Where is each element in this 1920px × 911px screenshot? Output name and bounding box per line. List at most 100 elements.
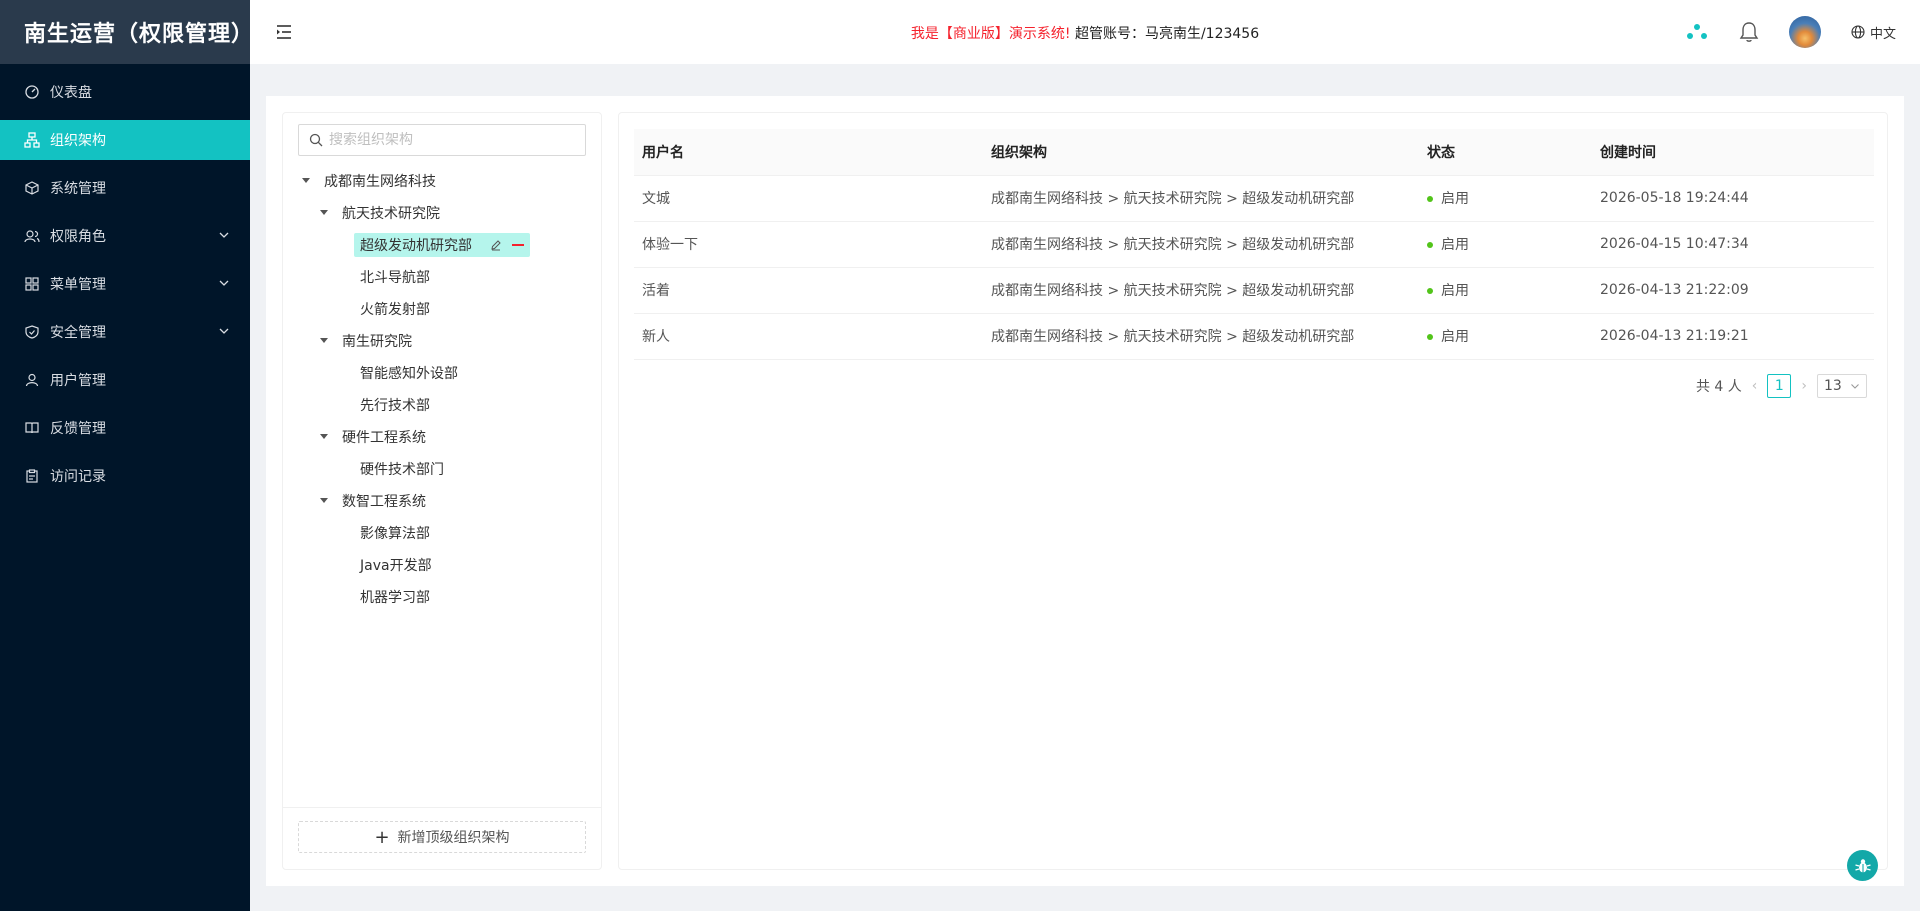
cell-org: 成都南生网络科技 > 航天技术研究院 > 超级发动机研究部 [983, 313, 1419, 360]
cell-status: 启用 [1419, 313, 1592, 360]
tree-node-leaf[interactable]: 机器学习部 [298, 585, 588, 609]
tree-node-root[interactable]: 成都南生网络科技 [298, 169, 588, 193]
status-dot [1427, 196, 1433, 202]
chevron-down-icon [219, 232, 229, 238]
cell-org: 成都南生网络科技 > 航天技术研究院 > 超级发动机研究部 [983, 267, 1419, 314]
cell-org: 成都南生网络科技 > 航天技术研究院 > 超级发动机研究部 [983, 221, 1419, 268]
sidebar-item-label: 组织架构 [50, 133, 106, 149]
tree-node-group[interactable]: 南生研究院 [298, 329, 588, 353]
tree-node-title[interactable]: 先行技术部 [354, 393, 436, 417]
cell-created: 2026-05-18 19:24:44 [1592, 175, 1874, 222]
language-label: 中文 [1869, 26, 1896, 42]
book-icon [24, 420, 40, 436]
bell-icon[interactable] [1739, 21, 1759, 43]
tree-node-title[interactable]: 影像算法部 [354, 521, 436, 545]
sidebar-item-label: 反馈管理 [50, 421, 106, 437]
app-title: 南生运营（权限管理） [0, 0, 253, 64]
sidebar-item-security[interactable]: 安全管理 [0, 312, 250, 352]
notice-commercial: 我是【商业版】演示系统! [910, 26, 1071, 42]
chevron-down-icon [219, 280, 229, 286]
caret-down-icon[interactable] [316, 210, 332, 216]
user-table: 用户名 组织架构 状态 创建时间 文城 成都南生网络科技 > 航天技术研究院 >… [634, 129, 1874, 360]
cell-status: 启用 [1419, 221, 1592, 268]
add-top-org-button[interactable]: + 新增顶级组织架构 [298, 821, 586, 853]
tree-node-title[interactable]: 航天技术研究院 [336, 201, 446, 225]
sidebar-menu: 仪表盘 组织架构 系统管理 权限角色 菜单管理 安全管理 用户管理 反馈管理 访… [0, 64, 250, 496]
status-text: 启用 [1441, 283, 1469, 299]
chevron-down-icon [1851, 384, 1859, 389]
add-top-org-label: 新增顶级组织架构 [397, 830, 510, 846]
edit-icon[interactable] [490, 239, 502, 251]
tree-node-leaf[interactable]: 智能感知外设部 [298, 361, 588, 385]
app-switcher-icon[interactable] [1685, 22, 1709, 42]
caret-down-icon[interactable] [316, 338, 332, 344]
tree-node-title-selected[interactable]: 超级发动机研究部 [354, 233, 530, 257]
tree-node-group[interactable]: 数智工程系统 [298, 489, 588, 513]
cell-username: 活着 [634, 267, 983, 314]
table-row[interactable]: 新人 成都南生网络科技 > 航天技术研究院 > 超级发动机研究部 启用 2026… [634, 313, 1874, 360]
delete-minus-icon[interactable] [512, 244, 524, 246]
sidebar-item-access-log[interactable]: 访问记录 [0, 456, 250, 496]
cell-status: 启用 [1419, 267, 1592, 314]
tree-node-leaf-selected[interactable]: 超级发动机研究部 [298, 233, 588, 257]
sidebar-item-roles[interactable]: 权限角色 [0, 216, 250, 256]
cube-icon [24, 180, 40, 196]
bug-report-button[interactable] [1847, 850, 1878, 881]
tree-node-title[interactable]: 北斗导航部 [354, 265, 436, 289]
tree-node-title[interactable]: 南生研究院 [336, 329, 418, 353]
status-text: 启用 [1441, 329, 1469, 345]
tree-node-title[interactable]: Java开发部 [354, 553, 438, 577]
notice-admin-account: 超管账号：马亮南生/123456 [1074, 26, 1260, 42]
avatar[interactable] [1788, 16, 1821, 48]
tree-node-leaf[interactable]: 影像算法部 [298, 521, 588, 545]
tree-node-leaf[interactable]: 北斗导航部 [298, 265, 588, 289]
caret-down-icon[interactable] [316, 498, 332, 504]
tree-node-leaf[interactable]: 先行技术部 [298, 393, 588, 417]
org-tree: 成都南生网络科技 航天技术研究院 超级发动机研究部 北斗导航部 火箭发射部 南生… [298, 169, 588, 617]
tree-node-leaf[interactable]: 火箭发射部 [298, 297, 588, 321]
grid-icon [24, 276, 40, 292]
page-number-current[interactable]: 1 [1767, 374, 1792, 398]
org-search-input[interactable] [329, 132, 569, 148]
table-header-row: 用户名 组织架构 状态 创建时间 [634, 129, 1874, 176]
tree-footer: + 新增顶级组织架构 [283, 807, 601, 869]
next-page-icon[interactable]: › [1801, 378, 1807, 394]
sidebar-item-dashboard[interactable]: 仪表盘 [0, 72, 250, 112]
user-table-panel: 用户名 组织架构 状态 创建时间 文城 成都南生网络科技 > 航天技术研究院 >… [618, 112, 1888, 870]
menu-collapse-icon[interactable] [274, 22, 294, 42]
sidebar-item-users[interactable]: 用户管理 [0, 360, 250, 400]
sidebar-item-label: 安全管理 [50, 325, 106, 341]
tree-node-title[interactable]: 成都南生网络科技 [318, 169, 442, 193]
tree-node-title[interactable]: 火箭发射部 [354, 297, 436, 321]
tree-node-title[interactable]: 硬件技术部门 [354, 457, 450, 481]
cell-created: 2026-04-15 10:47:34 [1592, 221, 1874, 268]
sidebar-item-feedback[interactable]: 反馈管理 [0, 408, 250, 448]
clipboard-icon [24, 468, 40, 484]
sidebar-item-menus[interactable]: 菜单管理 [0, 264, 250, 304]
column-header-org: 组织架构 [983, 129, 1419, 176]
tree-node-title[interactable]: 硬件工程系统 [336, 425, 432, 449]
page-size-select[interactable]: 13 [1817, 374, 1867, 398]
tree-node-title[interactable]: 机器学习部 [354, 585, 436, 609]
caret-down-icon[interactable] [316, 434, 332, 440]
shield-icon [24, 324, 40, 340]
pagination-total: 共 4 人 [1695, 379, 1742, 395]
tree-node-group[interactable]: 航天技术研究院 [298, 201, 588, 225]
prev-page-icon[interactable]: ‹ [1752, 378, 1758, 394]
table-row[interactable]: 文城 成都南生网络科技 > 航天技术研究院 > 超级发动机研究部 启用 2026… [634, 175, 1874, 222]
tree-node-title[interactable]: 智能感知外设部 [354, 361, 464, 385]
tree-node-leaf[interactable]: Java开发部 [298, 553, 588, 577]
table-row[interactable]: 活着 成都南生网络科技 > 航天技术研究院 > 超级发动机研究部 启用 2026… [634, 267, 1874, 314]
org-search-box[interactable] [298, 124, 586, 156]
status-dot [1427, 242, 1433, 248]
caret-down-icon[interactable] [298, 178, 314, 184]
sidebar-item-system[interactable]: 系统管理 [0, 168, 250, 208]
tree-node-title[interactable]: 数智工程系统 [336, 489, 432, 513]
cell-username: 体验一下 [634, 221, 983, 268]
table-row[interactable]: 体验一下 成都南生网络科技 > 航天技术研究院 > 超级发动机研究部 启用 20… [634, 221, 1874, 268]
language-switch[interactable]: 中文 [1851, 23, 1896, 42]
sidebar-item-org[interactable]: 组织架构 [0, 120, 250, 160]
tree-node-leaf[interactable]: 硬件技术部门 [298, 457, 588, 481]
org-chart-icon [24, 132, 40, 148]
tree-node-group[interactable]: 硬件工程系统 [298, 425, 588, 449]
